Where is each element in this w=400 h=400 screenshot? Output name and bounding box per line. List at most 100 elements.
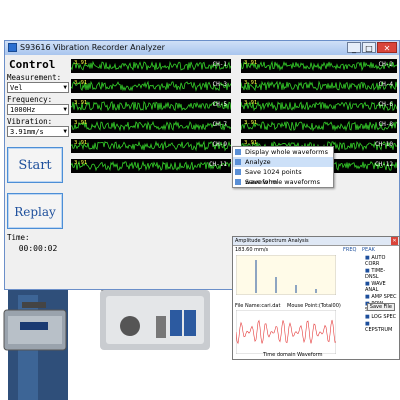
channel-label: CH-10 (374, 141, 393, 148)
waveform-line (71, 100, 231, 112)
waveform-line (71, 140, 231, 152)
frequency-select[interactable]: 1000Hz ▼ (7, 104, 69, 115)
waveform-line (241, 100, 397, 112)
freq-header: FREQ (343, 247, 357, 253)
channel-trace[interactable]: 3.91 CH-9 (71, 139, 231, 153)
channel-label: CH-12 (374, 161, 393, 168)
control-header: Control (9, 58, 56, 71)
context-menu: Display whole waveforms Analyze Save 1024 … (232, 146, 334, 188)
measurement-label: Measurement: (7, 73, 62, 82)
channel-value: 3.91 (74, 100, 88, 106)
spectrum-option[interactable]: ■ LOG SPEC (365, 314, 397, 320)
channel-label: CH-3 (212, 81, 227, 88)
channel-label: CH-6 (378, 101, 393, 108)
time-label: Time: (7, 233, 30, 242)
replay-button[interactable]: Replay (7, 193, 63, 229)
menu-item-icon (235, 169, 241, 175)
waveform-line (71, 80, 231, 92)
waveform-line (71, 160, 231, 172)
channel-value: 3.91 (74, 120, 88, 126)
frequency-label: Frequency: (7, 95, 53, 104)
chevron-down-icon: ▼ (63, 128, 67, 135)
channel-value: 3.91 (244, 100, 258, 106)
minimize-button[interactable]: _ (347, 42, 361, 53)
time-value: 00:00:02 (18, 244, 58, 253)
measurement-select[interactable]: Vel ▼ (7, 82, 69, 93)
spectrum-option[interactable]: ■ CEPSTRUM (365, 321, 397, 333)
channel-trace[interactable]: 3.91 CH-7 (71, 119, 231, 133)
menu-item-label: Display whole waveforms (245, 148, 328, 156)
time-domain-label: Time domain Waveform (263, 352, 323, 358)
option-label: LOG SPEC (371, 314, 397, 320)
vibration-label: Vibration: (7, 117, 53, 126)
instrument-case-photo (100, 290, 210, 350)
channel-trace[interactable]: 3.91 CH-4 (241, 79, 397, 93)
channel-trace[interactable]: 3.91 CH-1 (71, 59, 231, 73)
close-button[interactable]: ✕ (377, 42, 397, 53)
file-name-label: File Name:cari.dat (235, 303, 281, 309)
vibration-select[interactable]: 3.91mm/s ▼ (7, 126, 69, 137)
spectrum-option[interactable]: ■ AUTO CORR (365, 255, 397, 267)
spectrum-title-bar: Amplitude Spectrum Analysis ✕ (233, 237, 399, 246)
window-controls: _ □ ✕ (347, 42, 397, 54)
channel-trace[interactable]: 3.91 CH-8 (241, 119, 397, 133)
mouse-point-label: Mouse Point:(Total00) (287, 303, 341, 309)
title-bar: S93616 Vibration Recorder Analyzer (5, 41, 399, 55)
maximize-button[interactable]: □ (362, 42, 376, 53)
start-button[interactable]: Start (7, 147, 63, 183)
channel-value: 3.91 (74, 140, 88, 146)
waveform-line (241, 60, 397, 72)
spectrum-option[interactable]: ■ WAVE ANAL (365, 281, 397, 293)
waveform-line (71, 120, 231, 132)
context-menu-item[interactable]: Save 1024 points waveform (233, 167, 333, 186)
spectrum-analysis-window: Amplitude Spectrum Analysis ✕ 183.60 mm/… (232, 236, 400, 360)
context-menu-item[interactable]: Display whole waveforms (233, 147, 333, 157)
option-label: CEPSTRUM (365, 327, 393, 333)
channel-trace[interactable]: 3.91 CH-6 (241, 99, 397, 113)
channel-trace[interactable]: 3.91 CH-2 (241, 59, 397, 73)
app-icon (8, 43, 17, 52)
channel-label: CH-5 (212, 101, 227, 108)
spectrum-options: ■ AUTO CORR ■ TIME-DNSL ■ WAVE ANAL ■ AMP S… (365, 255, 397, 334)
menu-item-label: Save whole waveforms (245, 178, 320, 186)
vibration-value: 3.91mm/s (10, 128, 44, 136)
channel-label: CH-4 (378, 81, 393, 88)
time-domain-waveform-plot (236, 310, 336, 354)
channel-label: CH-1 (212, 61, 227, 68)
freq-peak-headers: FREQ PEAK (343, 247, 375, 253)
save-file-button[interactable]: Save File (366, 303, 395, 311)
option-label: AMP SPEC (371, 294, 397, 300)
channel-value: 3.91 (74, 160, 88, 166)
spectrum-option[interactable]: ■ AMP SPEC (365, 294, 397, 300)
context-menu-item[interactable]: Analyze (233, 157, 333, 167)
waveform-line (241, 120, 397, 132)
close-icon[interactable]: ✕ (391, 237, 398, 245)
channel-label: CH-7 (212, 121, 227, 128)
menu-item-icon (235, 179, 241, 185)
spectrum-title: Amplitude Spectrum Analysis (235, 238, 309, 244)
chevron-down-icon: ▼ (63, 106, 67, 113)
spectrum-left-value: 183.60 mm/s (235, 247, 269, 253)
peak-header: PEAK (362, 247, 375, 253)
menu-item-icon (235, 149, 241, 155)
channel-trace[interactable]: 3.91 CH-5 (71, 99, 231, 113)
channel-value: 3.91 (244, 120, 258, 126)
amplitude-spectrum-plot (236, 255, 336, 295)
channel-label: CH-2 (378, 61, 393, 68)
channel-value: 3.91 (74, 60, 88, 66)
spectrum-option[interactable]: ■ TIME-DNSL (365, 268, 397, 280)
waveform-line (71, 60, 231, 71)
channel-label: CH-8 (378, 121, 393, 128)
waveform-line (241, 80, 397, 92)
channel-value: 3.91 (244, 60, 258, 66)
chevron-down-icon: ▼ (63, 84, 67, 91)
context-menu-item[interactable]: Save whole waveforms (233, 177, 333, 187)
channel-trace[interactable]: 3.91 CH-3 (71, 79, 231, 93)
control-panel: Control Measurement: Vel ▼ Frequency: 100… (7, 57, 69, 289)
menu-item-icon (235, 159, 241, 165)
channel-trace[interactable]: 3.91 CH-11 (71, 159, 231, 173)
channel-value: 3.91 (244, 80, 258, 86)
measurement-value: Vel (10, 84, 23, 92)
channel-label: CH-9 (212, 141, 227, 148)
frequency-value: 1000Hz (10, 106, 36, 114)
